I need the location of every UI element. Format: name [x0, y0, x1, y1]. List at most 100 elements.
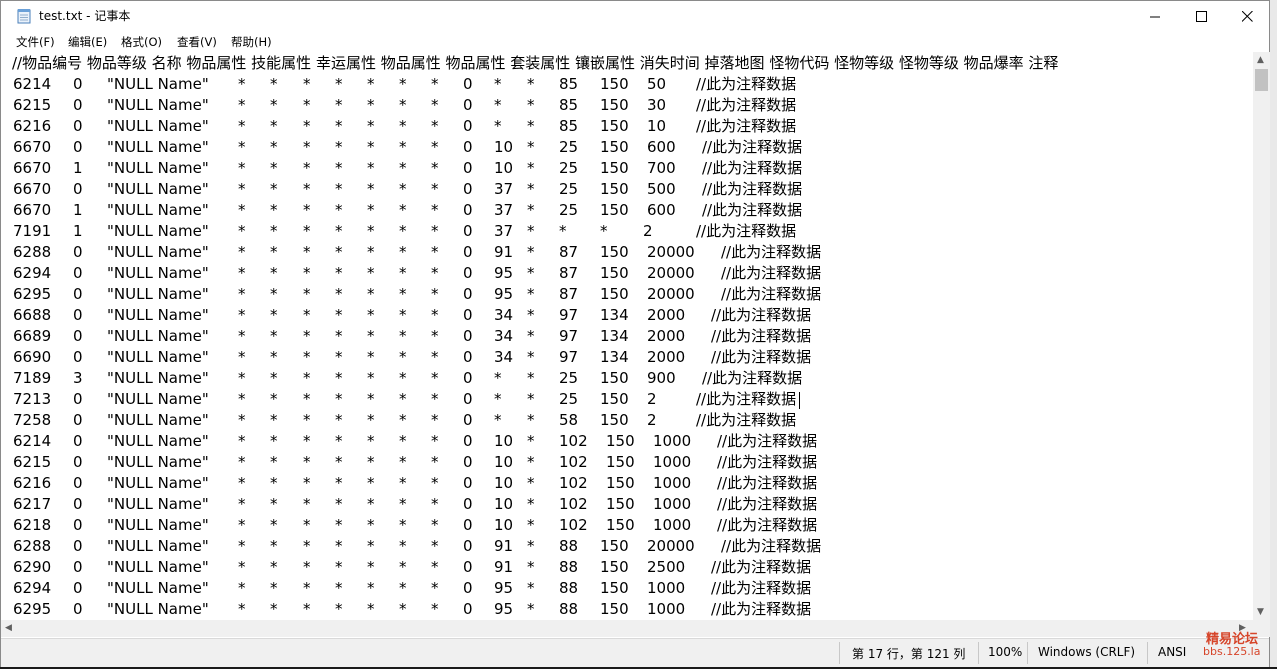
text-cell: //此为注释数据 [721, 264, 822, 282]
text-cell: * [399, 348, 407, 366]
vertical-scroll-thumb[interactable] [1255, 69, 1268, 91]
text-cell: * [238, 432, 246, 450]
text-cell: 0 [463, 327, 473, 345]
text-cell: 0 [463, 117, 473, 135]
text-cell: //此为注释数据 [721, 243, 822, 261]
text-cell: * [335, 138, 343, 156]
text-cell: 150 [600, 600, 629, 618]
text-cell: * [367, 369, 375, 387]
title-bar[interactable]: test.txt - 记事本 [1, 1, 1269, 31]
scroll-up-icon[interactable]: ▲ [1257, 55, 1264, 65]
text-cell: * [335, 537, 343, 555]
text-cell: 97 [559, 306, 579, 324]
text-cell: * [399, 390, 407, 408]
menu-format[interactable]: 格式(O) [121, 34, 162, 50]
text-cell: * [335, 306, 343, 324]
text-cell: * [367, 138, 375, 156]
text-cell: * [238, 390, 246, 408]
text-cell: 0 [73, 243, 83, 261]
text-cell: * [238, 495, 246, 513]
text-cell: * [527, 579, 535, 597]
scroll-down-icon[interactable]: ▼ [1257, 607, 1264, 617]
text-cell: 30 [647, 96, 667, 114]
text-cell: 25 [559, 390, 579, 408]
text-cell: 10 [647, 117, 667, 135]
text-cell: 20000 [647, 537, 695, 555]
vertical-scrollbar[interactable]: ▲ ▼ [1253, 52, 1270, 620]
close-icon [1241, 10, 1253, 22]
text-cell: * [399, 138, 407, 156]
text-cell: * [303, 600, 311, 618]
text-editor-area[interactable]: //物品编号 物品等级 名称 物品属性 技能属性 幸运属性 物品属性 物品属性 … [1, 52, 1253, 620]
text-cell: * [527, 138, 535, 156]
text-cell: * [527, 495, 535, 513]
text-cell: * [431, 285, 439, 303]
text-cell: 0 [463, 495, 473, 513]
text-cell: "NULL Name" [107, 285, 209, 303]
close-button[interactable] [1224, 1, 1270, 31]
text-cell: * [270, 516, 278, 534]
text-cell: 150 [600, 159, 629, 177]
text-cell: * [238, 579, 246, 597]
text-cell: "NULL Name" [107, 369, 209, 387]
horizontal-scrollbar[interactable]: ◀ ▶ [1, 620, 1253, 637]
text-cell: 6295 [13, 600, 52, 618]
text-cell: * [527, 516, 535, 534]
text-cell: * [335, 327, 343, 345]
text-cell: * [367, 180, 375, 198]
text-cell: * [303, 327, 311, 345]
text-cell: 1000 [653, 495, 692, 513]
text-cell: 6215 [13, 453, 52, 471]
text-cell: * [431, 411, 439, 429]
text-cell: 0 [73, 579, 83, 597]
menu-view[interactable]: 查看(V) [177, 34, 217, 50]
text-cell: * [238, 117, 246, 135]
text-cell: "NULL Name" [107, 222, 209, 240]
text-cell: //此为注释数据 [702, 159, 803, 177]
text-cell: 1000 [647, 600, 686, 618]
text-cell: 0 [463, 96, 473, 114]
text-cell: * [399, 537, 407, 555]
menu-help[interactable]: 帮助(H) [231, 34, 272, 50]
minimize-button[interactable] [1132, 1, 1178, 31]
text-cell: 0 [73, 264, 83, 282]
text-cell: 10 [494, 453, 514, 471]
text-cell: 6294 [13, 264, 52, 282]
text-cell: 150 [606, 516, 635, 534]
text-cell: 85 [559, 96, 579, 114]
text-cell: 0 [463, 138, 473, 156]
text-cell: 600 [647, 201, 676, 219]
text-cell: * [270, 159, 278, 177]
text-cell: 87 [559, 264, 579, 282]
text-cell: 95 [494, 600, 514, 618]
menu-file[interactable]: 文件(F) [16, 34, 55, 50]
text-cell: 150 [600, 390, 629, 408]
text-cell: 25 [559, 159, 579, 177]
text-cell: * [431, 96, 439, 114]
text-cell: * [303, 579, 311, 597]
text-cell: 25 [559, 138, 579, 156]
menu-edit[interactable]: 编辑(E) [68, 34, 107, 50]
text-cell: 85 [559, 75, 579, 93]
text-cell: 150 [600, 411, 629, 429]
text-cell: * [431, 495, 439, 513]
maximize-button[interactable] [1178, 1, 1224, 31]
text-cell: 150 [600, 558, 629, 576]
text-cell: 2000 [647, 306, 686, 324]
text-cell: 150 [600, 138, 629, 156]
text-cell: * [335, 432, 343, 450]
scroll-left-icon[interactable]: ◀ [5, 623, 12, 633]
text-cell: "NULL Name" [107, 243, 209, 261]
text-cell: * [270, 138, 278, 156]
text-cell: 0 [463, 600, 473, 618]
text-cell: 1000 [653, 474, 692, 492]
text-cell: 0 [73, 75, 83, 93]
text-cell: 88 [559, 558, 579, 576]
text-cell: 102 [559, 432, 588, 450]
text-cell: * [270, 369, 278, 387]
text-cell: 37 [494, 180, 514, 198]
text-cell: * [431, 474, 439, 492]
text-cell: "NULL Name" [107, 180, 209, 198]
text-cell: * [399, 558, 407, 576]
text-cell: //此为注释数据 [717, 432, 818, 450]
